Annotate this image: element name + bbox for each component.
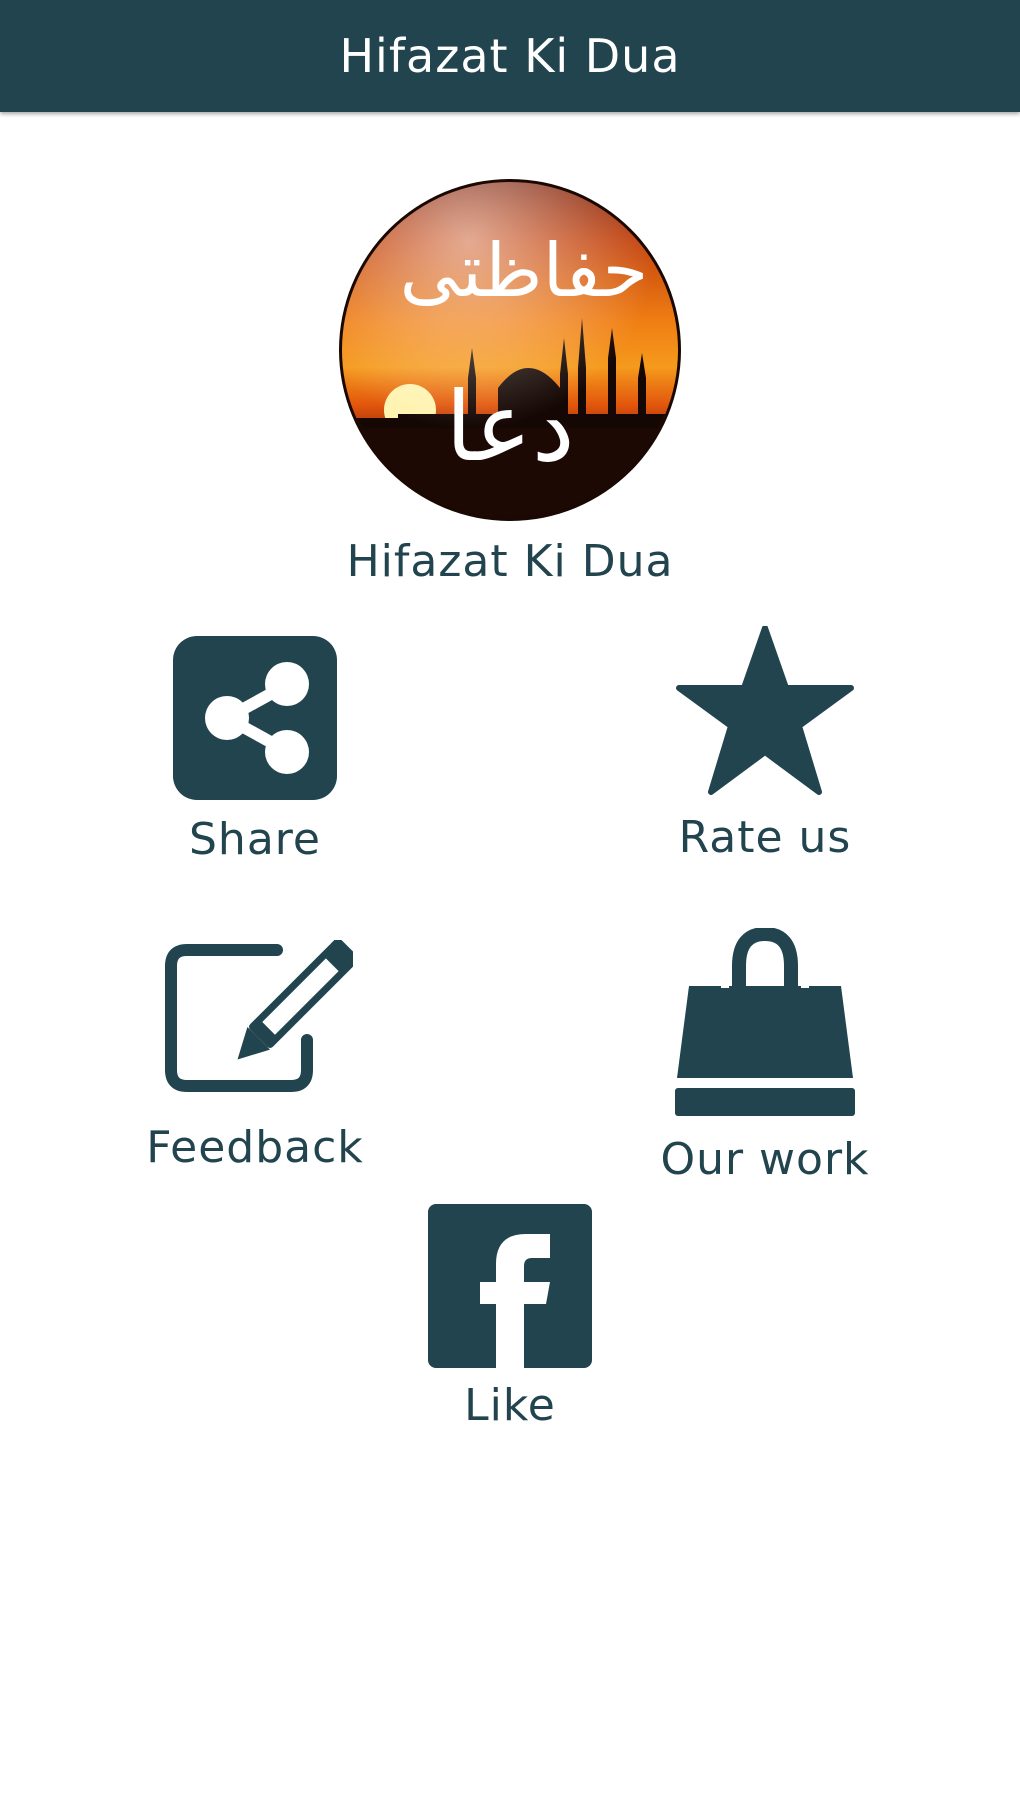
like-label: Like [464, 1380, 556, 1431]
shopping-bag-icon [667, 926, 863, 1128]
app-bar: Hifazat Ki Dua [0, 0, 1020, 112]
our-work-label: Our work [660, 1134, 870, 1185]
feedback-button[interactable]: Feedback [120, 938, 390, 1173]
share-label: Share [189, 814, 321, 865]
feedback-label: Feedback [146, 1122, 364, 1173]
share-icon [173, 636, 337, 804]
app-logo: حفاظتی دعا [338, 178, 682, 522]
share-button[interactable]: Share [140, 636, 370, 865]
logo-caption: Hifazat Ki Dua [346, 536, 674, 587]
logo-arabic-bottom: دعا [445, 371, 574, 483]
app-title: Hifazat Ki Dua [339, 29, 681, 83]
logo-arabic-top: حفاظتی [400, 228, 649, 314]
rate-us-button[interactable]: Rate us [650, 625, 880, 863]
facebook-icon [428, 1204, 592, 1372]
our-work-button[interactable]: Our work [640, 926, 890, 1185]
like-button[interactable]: Like [400, 1204, 620, 1431]
rate-us-label: Rate us [678, 812, 852, 863]
edit-icon [157, 938, 359, 1104]
star-icon [675, 625, 855, 802]
